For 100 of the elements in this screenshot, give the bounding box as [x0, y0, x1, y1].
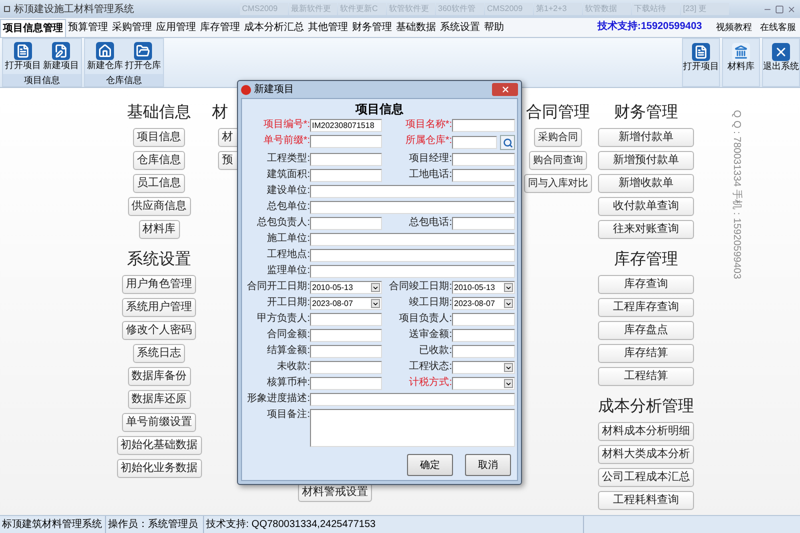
nav-button[interactable]: 材料库 — [138, 220, 180, 239]
ribbon-button[interactable]: 打开项目 — [682, 38, 720, 87]
nav-button[interactable]: 数据库备份 — [128, 367, 190, 386]
nav-button[interactable]: 员工信息 — [133, 174, 185, 193]
maximize-icon[interactable] — [775, 4, 784, 14]
notes-field[interactable] — [310, 409, 515, 447]
ribbon-button[interactable]: 新建项目 — [43, 42, 79, 71]
input-field[interactable] — [310, 249, 515, 262]
field-label: 工程地点: — [266, 249, 310, 261]
house-icon — [96, 42, 114, 60]
nav-button[interactable]: 工程结算 — [598, 367, 694, 386]
input-field[interactable]: IM202308071518 — [310, 119, 382, 132]
input-field[interactable] — [452, 153, 515, 166]
nav-button[interactable]: 材料大类成本分析 — [598, 445, 694, 464]
menu-tab[interactable]: 采购管理 — [110, 19, 154, 37]
ribbon-button[interactable]: 新建仓库 — [87, 42, 123, 71]
nav-button[interactable]: 库存盘点 — [598, 321, 694, 340]
nav-button[interactable]: 系统用户管理 — [122, 298, 196, 317]
nav-button[interactable]: 供应商信息 — [128, 197, 190, 216]
nav-button[interactable]: 系统日志 — [133, 344, 185, 363]
nav-button[interactable]: 仓库信息 — [133, 151, 185, 170]
input-field[interactable] — [452, 345, 515, 358]
top-link[interactable]: 在线客服 — [760, 20, 796, 34]
field-label: 甲方负责人: — [256, 313, 310, 325]
nav-button[interactable]: 往来对账查询 — [598, 220, 694, 239]
dropdown-field[interactable] — [452, 377, 515, 390]
nav-button[interactable]: 库存结算 — [598, 344, 694, 363]
dialog-button[interactable]: 确定 — [407, 454, 453, 476]
menu-tab[interactable]: 成本分析汇总 — [242, 19, 306, 37]
nav-button[interactable]: 公司工程成本汇总 — [598, 468, 694, 487]
dropdown-field[interactable]: 2023-08-07 — [452, 297, 515, 310]
top-link[interactable]: 视频教程 — [716, 20, 752, 34]
nav-button[interactable]: 新增收款单 — [598, 174, 694, 193]
nav-button[interactable]: 数据库还原 — [128, 390, 190, 409]
input-field[interactable] — [452, 136, 497, 149]
input-field[interactable] — [310, 265, 515, 278]
input-field[interactable] — [310, 185, 515, 198]
input-field[interactable] — [452, 217, 515, 230]
dialog-button[interactable]: 取消 — [465, 454, 511, 476]
input-field[interactable] — [310, 169, 382, 182]
search-icon — [502, 138, 512, 148]
ribbon-button[interactable]: 材料库 — [722, 38, 760, 87]
group-label: 仓库信息 — [85, 74, 163, 86]
close-button[interactable] — [492, 83, 518, 96]
input-field[interactable] — [452, 169, 515, 182]
nav-button[interactable]: 收付款单查询 — [598, 197, 694, 216]
field-label: 合同开工日期: — [246, 281, 310, 293]
document-icon — [14, 42, 32, 60]
input-field[interactable] — [310, 361, 382, 374]
input-field[interactable] — [310, 345, 382, 358]
nav-button[interactable]: 初始化业务数据 — [116, 459, 202, 478]
input-field[interactable] — [310, 153, 382, 166]
nav-button[interactable]: 初始化基础数据 — [116, 436, 202, 455]
ribbon-button[interactable]: 退出系统 — [762, 38, 800, 87]
nav-button[interactable]: 修改个人密码 — [122, 321, 196, 340]
nav-button[interactable]: 单号前缀设置 — [122, 413, 196, 432]
dropdown-field[interactable]: 2010-05-13 — [310, 281, 382, 294]
nav-button[interactable]: 工程库存查询 — [598, 298, 694, 317]
menu-tab[interactable]: 系统设置 — [438, 19, 482, 37]
menu-tab[interactable]: 项目信息管理 — [0, 19, 66, 37]
nav-button[interactable]: 材料成本分析明细 — [598, 422, 694, 441]
field-label: 单号前缀*: — [262, 135, 310, 147]
input-field[interactable] — [452, 119, 515, 132]
menu-tab[interactable]: 财务管理 — [350, 19, 394, 37]
input-field[interactable] — [310, 135, 382, 148]
search-button[interactable] — [500, 135, 515, 150]
menu-tab[interactable]: 库存管理 — [198, 19, 242, 37]
field-label: 施工单位: — [266, 233, 310, 245]
menu-tab[interactable]: 应用管理 — [154, 19, 198, 37]
dropdown-field[interactable]: 2023-08-07 — [310, 297, 382, 310]
nav-button[interactable]: 同与入库对比 — [524, 174, 592, 193]
input-field[interactable] — [310, 329, 382, 342]
dropdown-field[interactable] — [452, 361, 515, 374]
input-field[interactable] — [310, 313, 382, 326]
nav-button[interactable]: 新增预付款单 — [598, 151, 694, 170]
input-field[interactable] — [310, 217, 382, 230]
input-field[interactable] — [310, 233, 515, 246]
app-icon — [4, 6, 10, 12]
app-logo-icon — [241, 84, 251, 94]
nav-button[interactable]: 项目信息 — [133, 128, 185, 147]
menu-tab[interactable]: 基础数据 — [394, 19, 438, 37]
menu-tab[interactable]: 其他管理 — [306, 19, 350, 37]
nav-button[interactable]: 新增付款单 — [598, 128, 694, 147]
input-field[interactable] — [452, 313, 515, 326]
ribbon-button[interactable]: 打开项目 — [5, 42, 41, 71]
nav-button[interactable]: 工程耗料查询 — [598, 491, 694, 510]
nav-button[interactable]: 采购合同 — [534, 128, 582, 147]
section-heading: 材 — [212, 102, 228, 123]
menu-tab[interactable]: 帮助 — [482, 19, 506, 37]
ribbon-button[interactable]: 打开仓库 — [125, 42, 161, 71]
nav-button[interactable]: 购合同查询 — [529, 151, 587, 170]
menu-tab[interactable]: 预算管理 — [66, 19, 110, 37]
input-field[interactable] — [452, 329, 515, 342]
input-field[interactable] — [310, 201, 515, 214]
input-field[interactable] — [310, 377, 382, 390]
input-field[interactable] — [310, 393, 515, 406]
nav-button[interactable]: 用户角色管理 — [122, 275, 196, 294]
close-icon[interactable] — [787, 4, 796, 14]
nav-button[interactable]: 库存查询 — [598, 275, 694, 294]
dropdown-field[interactable]: 2010-05-13 — [452, 281, 515, 294]
